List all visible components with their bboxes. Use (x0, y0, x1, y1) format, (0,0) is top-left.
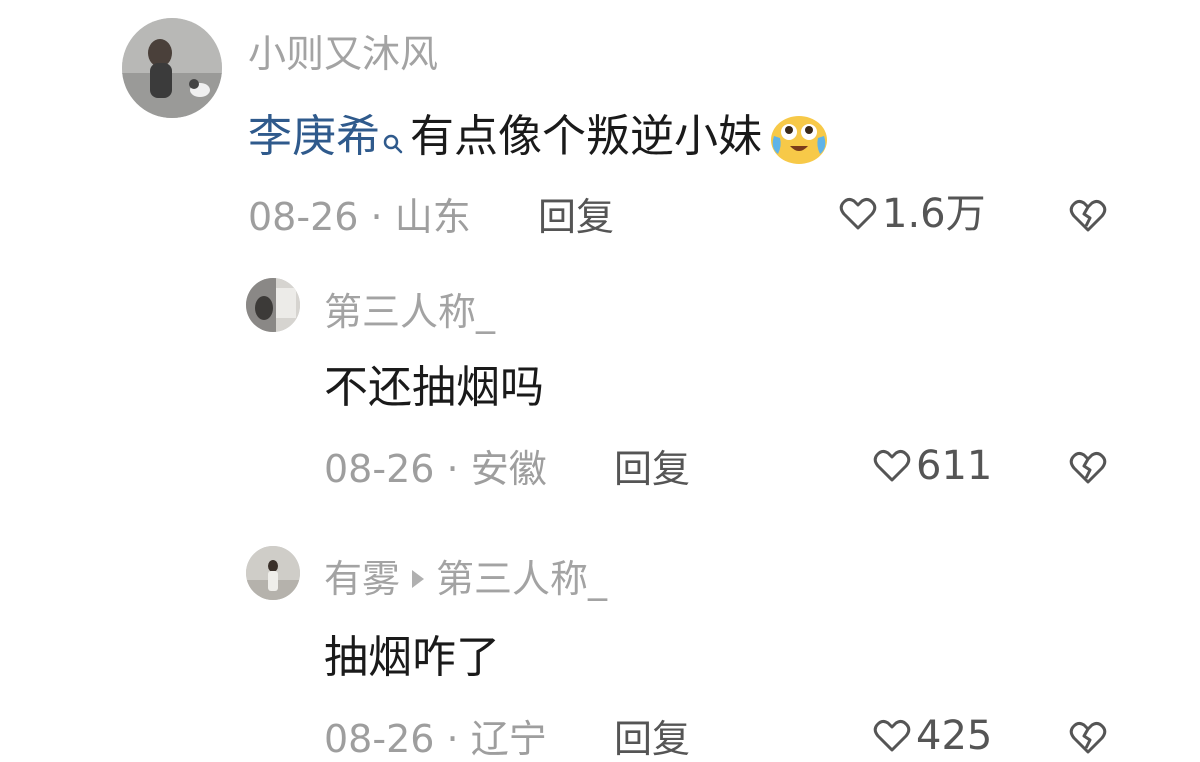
comment-location: 辽宁 (470, 717, 547, 761)
like-button[interactable]: 425 (872, 716, 992, 756)
reply-item: 第三人称_ 不还抽烟吗 08-26 · 安徽 回复 611 (0, 260, 1200, 510)
like-count: 1.6万 (882, 191, 986, 237)
reply-button[interactable]: 回复 (538, 198, 614, 236)
like-button[interactable]: 611 (872, 446, 992, 486)
avatar[interactable] (122, 18, 222, 118)
comment-username[interactable]: 小则又沐风 (248, 35, 438, 73)
comment-item: 小则又沐风 李庚希 有点像个叛逆小妹 08-26 · 山东 回复 1.6万 (0, 0, 1200, 250)
comment-text: 抽烟咋了 (324, 636, 500, 680)
heart-icon (872, 446, 912, 486)
comment-text: 李庚希 有点像个叛逆小妹 (248, 106, 830, 168)
comment-location: 安徽 (470, 447, 547, 491)
comment-body: 有点像个叛逆小妹 (410, 111, 762, 162)
reply-button[interactable]: 回复 (614, 720, 690, 758)
comment-location: 山东 (394, 195, 471, 239)
broken-heart-icon[interactable] (1068, 196, 1108, 240)
reply-arrow-icon (412, 570, 425, 588)
mention-link[interactable]: 李庚希 (248, 115, 380, 159)
comment-username[interactable]: 第三人称_ (324, 293, 495, 331)
meta-separator: · (446, 717, 459, 761)
comment-body: 抽烟咋了 (324, 632, 500, 683)
reply-item: 有雾 第三人称_ 抽烟咋了 08-26 · 辽宁 回复 425 (0, 530, 1200, 758)
avatar[interactable] (246, 278, 300, 332)
meta-separator: · (370, 195, 383, 239)
heart-icon (838, 194, 878, 234)
comment-meta: 08-26 · 辽宁 (324, 720, 547, 758)
reply-user-line: 有雾 第三人称_ (324, 560, 607, 598)
comment-date: 08-26 (324, 447, 435, 491)
grinning-tears-emoji-icon (768, 106, 830, 168)
comment-date: 08-26 (324, 717, 435, 761)
like-button[interactable]: 1.6万 (838, 194, 986, 234)
comment-meta: 08-26 · 安徽 (324, 450, 547, 488)
meta-separator: · (446, 447, 459, 491)
reply-button[interactable]: 回复 (614, 450, 690, 488)
comment-body: 不还抽烟吗 (324, 362, 544, 413)
avatar[interactable] (246, 546, 300, 600)
like-count: 425 (916, 713, 993, 759)
broken-heart-icon[interactable] (1068, 718, 1108, 762)
broken-heart-icon[interactable] (1068, 448, 1108, 492)
comment-date: 08-26 (248, 195, 359, 239)
comment-text: 不还抽烟吗 (324, 366, 544, 410)
heart-icon (872, 716, 912, 756)
like-count: 611 (916, 443, 993, 489)
search-icon[interactable] (382, 119, 404, 154)
reply-to-username[interactable]: 第三人称_ (436, 560, 607, 598)
comment-username[interactable]: 有雾 (324, 560, 400, 598)
comment-meta: 08-26 · 山东 (248, 198, 471, 236)
